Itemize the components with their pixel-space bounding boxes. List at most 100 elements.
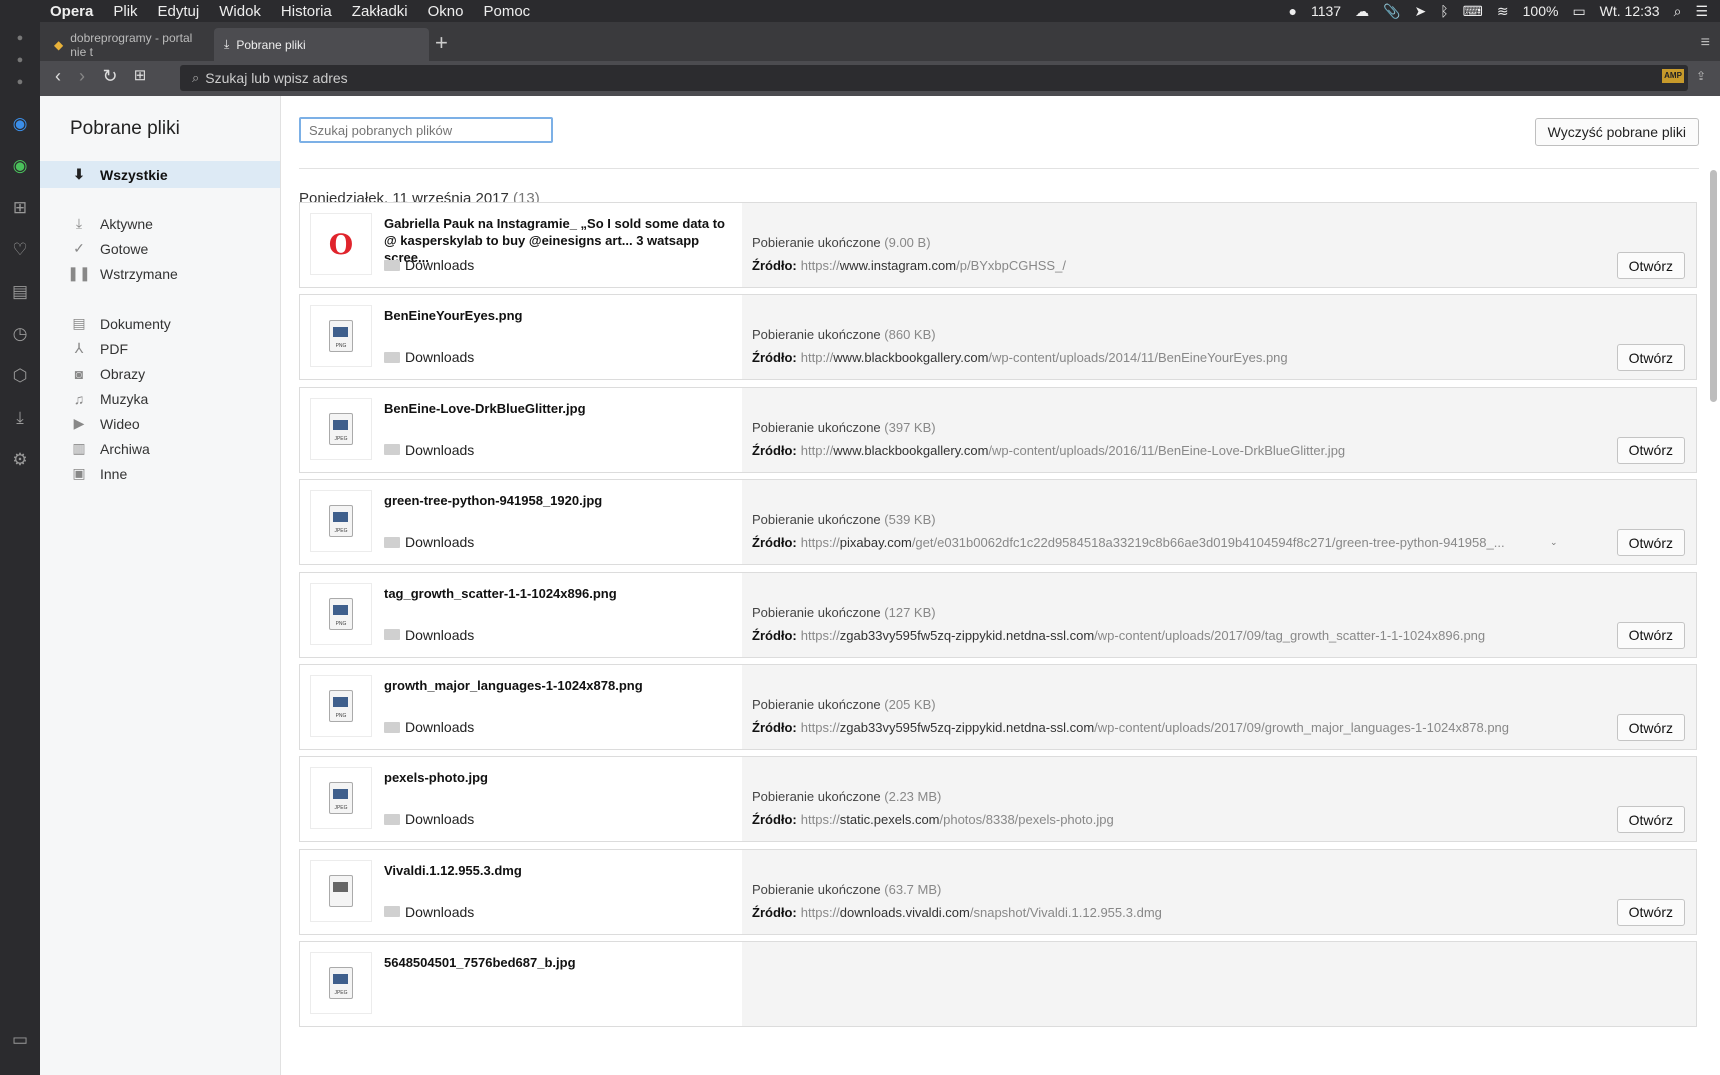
source-scheme[interactable]: http:// bbox=[801, 443, 834, 458]
folder-link[interactable]: Downloads bbox=[384, 257, 474, 273]
address-input[interactable]: ⌕ Szukaj lub wpisz adres bbox=[180, 65, 1688, 91]
source-scheme[interactable]: https:// bbox=[801, 628, 840, 643]
source-path[interactable]: /wp-content/uploads/2017/09/growth_major… bbox=[1094, 720, 1509, 735]
file-name[interactable]: 5648504501_7576bed687_b.jpg bbox=[384, 954, 734, 971]
tab-dobreprogramy[interactable]: ◆ dobreprogramy - portal nie t bbox=[44, 28, 214, 61]
source-scheme[interactable]: https:// bbox=[801, 535, 840, 550]
menu-edytuj[interactable]: Edytuj bbox=[148, 3, 210, 20]
source-scheme[interactable]: https:// bbox=[801, 258, 840, 273]
open-button[interactable]: Otwórz bbox=[1616, 529, 1685, 557]
expand-url-chevron-icon[interactable]: ⌄ bbox=[1550, 537, 1558, 548]
source-domain[interactable]: www.blackbookgallery.com bbox=[833, 443, 988, 458]
open-button[interactable]: Otwórz bbox=[1616, 252, 1685, 279]
whatsapp-icon[interactable]: ◉ bbox=[8, 156, 32, 176]
file-thumbnail[interactable]: JPEG bbox=[310, 952, 372, 1015]
file-name[interactable]: BenEine-Love-DrkBlueGlitter.jpg bbox=[384, 400, 734, 417]
category-gotowe[interactable]: ✓ Gotowe bbox=[40, 235, 280, 262]
category-pdf[interactable]: ⅄ PDF bbox=[40, 335, 280, 362]
source-domain[interactable]: www.blackbookgallery.com bbox=[833, 350, 988, 365]
cloud-status-icon[interactable]: ☁ bbox=[1355, 3, 1369, 20]
folder-link[interactable]: Downloads bbox=[384, 719, 474, 735]
open-button[interactable]: Otwórz bbox=[1616, 621, 1685, 649]
tab-menu-icon[interactable]: ≡ bbox=[1701, 34, 1710, 52]
wifi-icon[interactable]: ≋ bbox=[1497, 3, 1509, 20]
category-archiwa[interactable]: ▥ Archiwa bbox=[40, 435, 280, 462]
clock[interactable]: Wt. 12:33 bbox=[1600, 3, 1660, 19]
settings-gear-icon[interactable]: ⚙ bbox=[8, 450, 32, 470]
open-button[interactable]: Otwórz bbox=[1616, 344, 1685, 372]
file-name[interactable]: tag_growth_scatter-1-1-1024x896.png bbox=[384, 585, 734, 602]
search-downloads-input[interactable] bbox=[299, 117, 553, 143]
notification-status-icon[interactable]: ● bbox=[1289, 3, 1297, 19]
menu-opera[interactable]: Opera bbox=[40, 3, 103, 20]
category-inne[interactable]: ▣ Inne bbox=[40, 460, 280, 487]
open-button[interactable]: Otwórz bbox=[1616, 714, 1685, 741]
location-arrow-icon[interactable]: ➤ bbox=[1415, 3, 1427, 20]
download-row[interactable]: JPEG pexels-photo.jpg Downloads Pobieranie … bbox=[299, 756, 1697, 843]
menu-okno[interactable]: Okno bbox=[418, 3, 474, 20]
status-count[interactable]: 1137 bbox=[1311, 3, 1341, 19]
reload-icon[interactable]: ↻ bbox=[98, 66, 122, 87]
source-path[interactable]: /wp-content/uploads/2016/11/BenEine-Love… bbox=[988, 443, 1345, 458]
open-button[interactable]: Otwórz bbox=[1616, 436, 1685, 464]
download-row[interactable]: JPEG green-tree-python-941958_1920.jpg Dow… bbox=[299, 479, 1697, 566]
file-name[interactable]: Vivaldi.1.12.955.3.dmg bbox=[384, 862, 734, 879]
source-path[interactable]: /wp-content/uploads/2014/11/BenEineYourE… bbox=[988, 350, 1287, 365]
file-thumbnail[interactable]: PNG bbox=[310, 305, 372, 368]
file-name[interactable]: pexels-photo.jpg bbox=[384, 769, 734, 786]
folder-link[interactable]: Downloads bbox=[384, 534, 474, 550]
scrollbar[interactable] bbox=[1710, 170, 1717, 402]
file-thumbnail[interactable] bbox=[310, 859, 372, 922]
download-row[interactable]: JPEG BenEine-Love-DrkBlueGlitter.jpg Downl… bbox=[299, 386, 1697, 473]
battery-percent[interactable]: 100% bbox=[1523, 3, 1559, 19]
tab-pobrane-pliki[interactable]: ⤓ Pobrane pliki bbox=[214, 28, 429, 61]
source-scheme[interactable]: https:// bbox=[801, 905, 840, 920]
notification-center-icon[interactable]: ☰ bbox=[1695, 3, 1708, 20]
source-domain[interactable]: downloads.vivaldi.com bbox=[840, 905, 970, 920]
downloads-icon[interactable]: ⤓ bbox=[8, 408, 32, 428]
folder-link[interactable]: Downloads bbox=[384, 442, 474, 458]
spotlight-search-icon[interactable]: ⌕ bbox=[1674, 3, 1682, 20]
file-thumbnail[interactable]: PNG bbox=[310, 675, 372, 737]
menu-plik[interactable]: Plik bbox=[103, 3, 147, 20]
sidebar-toggle-icon[interactable]: ▭ bbox=[8, 1030, 32, 1050]
new-tab-plus-icon[interactable]: + bbox=[435, 28, 448, 58]
amp-badge-icon[interactable]: AMP bbox=[1662, 69, 1684, 83]
folder-link[interactable]: Downloads bbox=[384, 349, 474, 365]
extensions-cube-icon[interactable]: ⬡ bbox=[8, 366, 32, 386]
category-dokumenty[interactable]: ▤ Dokumenty bbox=[40, 310, 280, 337]
window-minimize-icon[interactable]: ● bbox=[8, 54, 32, 66]
menu-historia[interactable]: Historia bbox=[271, 3, 342, 20]
menu-pomoc[interactable]: Pomoc bbox=[474, 3, 541, 20]
menu-zakladki[interactable]: Zakładki bbox=[342, 3, 418, 20]
bookmarks-heart-icon[interactable]: ♡ bbox=[8, 240, 32, 260]
file-name[interactable]: BenEineYourEyes.png bbox=[384, 307, 734, 324]
category-obrazy[interactable]: ◙ Obrazy bbox=[40, 360, 280, 387]
bluetooth-icon[interactable]: ᛒ bbox=[1440, 3, 1448, 19]
news-icon[interactable]: ▤ bbox=[8, 282, 32, 302]
file-thumbnail[interactable]: JPEG bbox=[310, 397, 372, 460]
clear-downloads-button[interactable]: Wyczyść pobrane pliki bbox=[1534, 118, 1699, 146]
download-row[interactable]: O Gabriella Pauk na Instagramie_ „So I so… bbox=[299, 202, 1697, 288]
file-thumbnail[interactable]: PNG bbox=[310, 582, 372, 645]
source-path[interactable]: /photos/8338/pexels-photo.jpg bbox=[940, 812, 1114, 827]
open-button[interactable]: Otwórz bbox=[1616, 806, 1685, 834]
forward-icon[interactable]: › bbox=[70, 66, 94, 87]
source-domain[interactable]: static.pexels.com bbox=[840, 812, 940, 827]
speed-dial-icon[interactable]: ⊞ bbox=[8, 198, 32, 218]
file-name[interactable]: green-tree-python-941958_1920.jpg bbox=[384, 492, 734, 509]
source-domain[interactable]: zgab33vy595fw5zq-zippykid.netdna-ssl.com bbox=[840, 628, 1094, 643]
folder-link[interactable]: Downloads bbox=[384, 627, 474, 643]
file-thumbnail[interactable]: O bbox=[310, 213, 372, 275]
source-scheme[interactable]: https:// bbox=[801, 812, 840, 827]
messenger-icon[interactable]: ◉ bbox=[8, 114, 32, 134]
download-row[interactable]: JPEG 5648504501_7576bed687_b.jpg bbox=[299, 941, 1697, 1028]
download-row[interactable]: PNG BenEineYourEyes.png Downloads Pobierani… bbox=[299, 294, 1697, 381]
source-path[interactable]: /get/e031b0062dfc1c22d9584518a33219c8b66… bbox=[912, 535, 1505, 550]
source-scheme[interactable]: https:// bbox=[801, 720, 840, 735]
window-zoom-icon[interactable]: ● bbox=[8, 76, 32, 88]
source-path[interactable]: /snapshot/Vivaldi.1.12.955.3.dmg bbox=[970, 905, 1162, 920]
download-row[interactable]: PNG tag_growth_scatter-1-1-1024x896.png Do… bbox=[299, 571, 1697, 658]
window-close-icon[interactable]: ● bbox=[8, 32, 32, 44]
folder-link[interactable]: Downloads bbox=[384, 811, 474, 827]
